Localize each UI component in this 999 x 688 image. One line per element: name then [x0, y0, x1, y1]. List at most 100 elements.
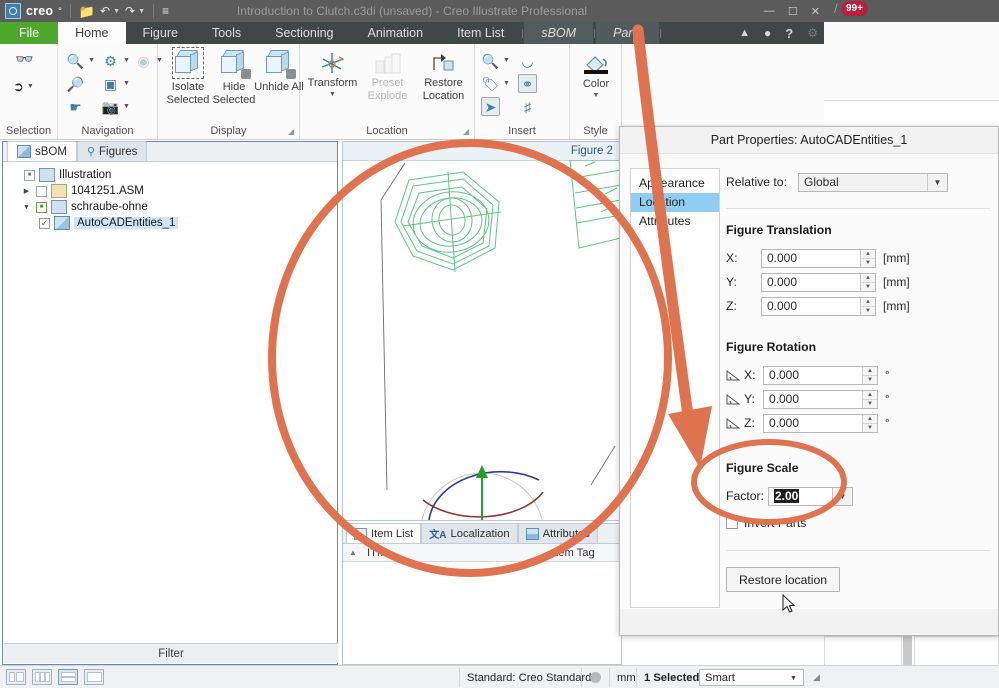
maximize-icon[interactable]: ☐	[788, 5, 798, 18]
tab-item-list-panel[interactable]: Item List	[346, 523, 421, 543]
tree-state-box[interactable]: ■	[24, 170, 35, 181]
tree-checkbox-asm[interactable]	[36, 186, 47, 197]
chevron-down-icon[interactable]: ▼	[123, 103, 130, 110]
tab-localization-panel[interactable]: 文A Localization	[421, 523, 517, 543]
callout-button[interactable]: 🏷▼	[481, 74, 510, 93]
rotation-y-input[interactable]: 0.000 ▲▼	[763, 390, 878, 409]
chevron-down-icon[interactable]: ▼	[27, 83, 34, 90]
twisty-expanded-icon[interactable]: ▼	[21, 202, 32, 213]
tab-file[interactable]: File	[0, 22, 58, 44]
arrow-insert-button[interactable]: ➤	[481, 97, 500, 116]
resize-grip-icon[interactable]: ◢	[806, 668, 822, 687]
open-file-icon[interactable]: 📁	[79, 5, 95, 18]
hide-selected-button[interactable]: Hide Selected	[209, 50, 259, 106]
twisty-collapsed-icon[interactable]: ▶	[21, 186, 32, 197]
rotation-y-stepper[interactable]: ▲▼	[862, 391, 877, 408]
display-dialog-launcher[interactable]: ◢	[288, 128, 296, 136]
minimize-icon[interactable]: —	[764, 5, 775, 17]
undo-caret-icon[interactable]: ▼	[113, 8, 120, 15]
camera-button[interactable]: 📷▼	[101, 97, 130, 116]
chevron-down-icon[interactable]: ▼	[786, 671, 801, 686]
tab-sbom-panel[interactable]: sBOM	[7, 141, 77, 161]
tree-state-box-schraube[interactable]: ■	[36, 202, 47, 213]
notification-badge[interactable]: 99+	[841, 1, 868, 16]
viewport-canvas[interactable]	[343, 160, 621, 520]
isolate-selected-button[interactable]: Isolate Selected	[163, 50, 213, 106]
tab-attributes-panel[interactable]: Attributes	[518, 523, 598, 543]
rotation-z-stepper[interactable]: ▲▼	[862, 415, 877, 432]
tab-figure[interactable]: Figure	[126, 22, 195, 44]
saved-view-button[interactable]: ▣▼	[101, 74, 130, 93]
binoculars-button[interactable]: 👓	[15, 52, 34, 67]
color-caret-icon[interactable]: ▼	[571, 92, 621, 99]
transform-button[interactable]: Transform ▼	[305, 50, 360, 98]
select-arrow-button[interactable]: ➲ ▼	[13, 80, 34, 93]
scale-factor-combo[interactable]: 2.00 ▼	[768, 487, 853, 506]
zoom-area-button[interactable]: 🔍▼	[66, 51, 95, 70]
render-state-icon[interactable]	[581, 668, 609, 687]
layout-single-button[interactable]	[84, 669, 104, 685]
tree-checkbox-autocadentities[interactable]: ✓	[39, 218, 50, 229]
tab-parts[interactable]: Parts	[596, 22, 659, 44]
selection-mode-combo[interactable]: Smart ▼	[699, 669, 804, 686]
collapse-ribbon-icon[interactable]: ▲	[739, 27, 750, 39]
tab-sbom[interactable]: sBOM	[524, 22, 593, 44]
tab-figures-panel[interactable]: ⚲ Figures	[77, 141, 147, 161]
translation-z-stepper[interactable]: ▲▼	[860, 298, 875, 315]
item-list-rows[interactable]	[343, 578, 621, 664]
redo-icon[interactable]: ↷	[125, 5, 135, 17]
layout-left-panel-button[interactable]	[6, 669, 26, 685]
column-header-item-tag[interactable]: Item Tag	[552, 547, 621, 559]
help-icon[interactable]: ?	[785, 26, 793, 41]
chevron-down-icon[interactable]: ▼	[503, 57, 510, 64]
translation-x-stepper[interactable]: ▲▼	[860, 250, 875, 267]
twisty-icon[interactable]	[9, 170, 20, 181]
column-header-itm[interactable]: ITM	[363, 547, 552, 559]
tree-item-autocadentities[interactable]: ✓ AutoCADEntities_1	[9, 215, 337, 231]
invert-parts-row[interactable]: Invert Parts	[726, 512, 990, 534]
translation-y-stepper[interactable]: ▲▼	[860, 274, 875, 291]
settings-icon[interactable]: ⚙	[807, 26, 818, 40]
spin-center-button[interactable]: ⚙▼	[101, 51, 130, 70]
translation-y-input[interactable]: 0.000 ▲▼	[761, 273, 876, 292]
tab-animation[interactable]: Animation	[351, 22, 441, 44]
magnifier-insert-button[interactable]: 🔍▼	[481, 51, 510, 70]
rotation-x-input[interactable]: 0.000 ▲▼	[763, 366, 878, 385]
layout-split-horizontal-button[interactable]	[58, 669, 78, 685]
redo-caret-icon[interactable]: ▼	[138, 8, 145, 15]
tree-item-schraube[interactable]: ▼ ■ schraube-ohne	[9, 199, 337, 215]
location-dialog-launcher[interactable]: ◢	[463, 128, 471, 136]
transform-caret-icon[interactable]: ▼	[305, 91, 360, 98]
layout-two-column-button[interactable]	[32, 669, 52, 685]
translation-x-input[interactable]: 0.000 ▲▼	[761, 249, 876, 268]
unhide-all-button[interactable]: Unhide All	[254, 50, 304, 94]
tree-item-illustration[interactable]: ■ Illustration	[9, 167, 337, 183]
circle-path-button[interactable]: ◡	[518, 51, 537, 70]
account-icon[interactable]: ●	[764, 26, 771, 40]
rotation-x-stepper[interactable]: ▲▼	[862, 367, 877, 384]
tab-home[interactable]: Home	[58, 22, 125, 44]
tab-sectioning[interactable]: Sectioning	[258, 22, 350, 44]
chevron-down-icon[interactable]: ▼	[123, 80, 130, 87]
figure-viewport[interactable]: Figure 2	[342, 141, 622, 521]
undo-icon[interactable]: ↶	[100, 5, 110, 17]
chevron-down-icon[interactable]: ▼	[927, 174, 947, 191]
color-button[interactable]: Color ▼	[571, 50, 621, 99]
pan-button[interactable]: ☛	[66, 97, 85, 116]
tab-item-list[interactable]: Item List	[440, 22, 521, 44]
chevron-down-icon[interactable]: ▼	[123, 57, 130, 64]
close-icon[interactable]: ✕	[811, 5, 820, 18]
restore-location-button[interactable]: Restore Location	[416, 50, 471, 102]
chevron-down-icon[interactable]: ▼	[503, 80, 510, 87]
customize-qat-icon[interactable]: ≡	[162, 5, 169, 17]
chevron-down-icon[interactable]: ▼	[88, 57, 95, 64]
leader-line-button[interactable]: ⚭	[518, 74, 537, 93]
tree-item-asm[interactable]: ▶ 1041251.ASM	[9, 183, 337, 199]
filter-bar[interactable]: Filter	[4, 643, 338, 663]
zoom-fit-button[interactable]: 🔎	[66, 74, 85, 93]
chevron-down-icon[interactable]: ▼	[832, 488, 852, 505]
translation-z-input[interactable]: 0.000 ▲▼	[761, 297, 876, 316]
sort-indicator-icon[interactable]: ▲	[343, 548, 363, 557]
tab-tools[interactable]: Tools	[195, 22, 258, 44]
nav-item-appearance[interactable]: Appearance	[631, 174, 719, 193]
